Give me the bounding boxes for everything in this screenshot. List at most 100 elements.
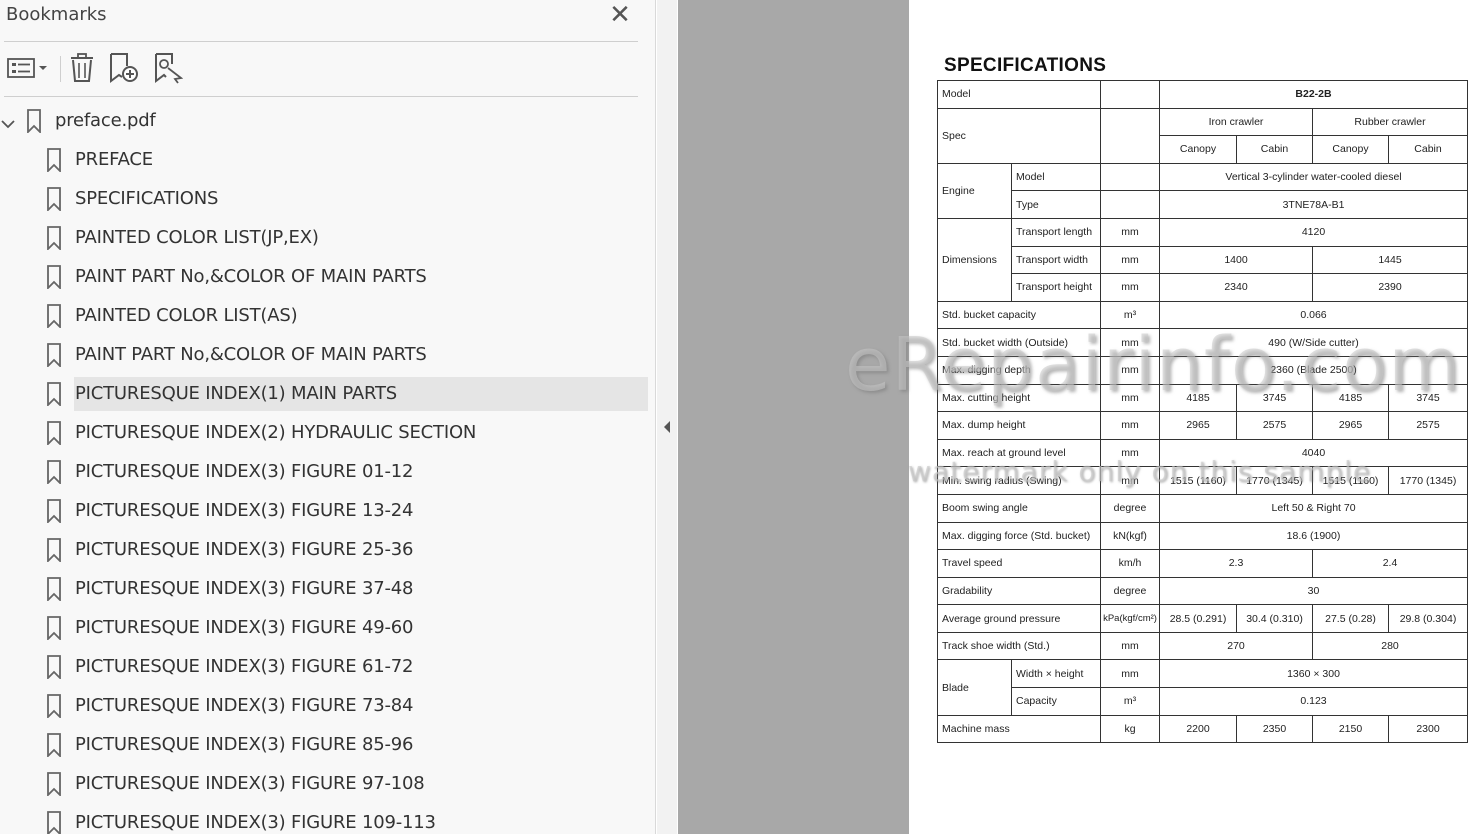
bookmark-label: PICTURESQUE INDEX(2) HYDRAULIC SECTION: [75, 422, 477, 443]
bookmark-label: PICTURESQUE INDEX(3) FIGURE 73-84: [75, 695, 414, 716]
table-row: Travel speed km/h 2.3 2.4: [936, 549, 1469, 578]
table-row: Min. swing radius (Swing) mm 1515 (1160)…: [936, 466, 1469, 495]
specifications-table: Model B22-2B Spec Iron crawler Rubber cr…: [936, 80, 1469, 744]
group-label: Engine: [937, 162, 1012, 219]
collapse-panel-arrow-icon[interactable]: [662, 419, 672, 435]
bookmark-item[interactable]: PAINT PART No,&COLOR OF MAIN PARTS: [0, 260, 648, 294]
bookmark-item[interactable]: PREFACE: [0, 143, 648, 177]
spec-value: 4185: [1159, 383, 1238, 413]
table-row: Gradability degree 30: [936, 576, 1469, 606]
spec-label: Boom swing angle: [936, 493, 1102, 523]
spec-label: Min. swing radius (Swing): [936, 466, 1102, 495]
bookmark-label: PICTURESQUE INDEX(3) FIGURE 13-24: [75, 500, 414, 521]
spec-value: 1400: [1159, 245, 1314, 275]
chevron-down-icon[interactable]: [0, 116, 16, 132]
table-row: Dimensions Transport length mm 4120: [937, 217, 1469, 302]
unit-cell: mm: [1100, 411, 1161, 440]
table-row: Transport width mm 1400 1445: [938, 245, 1469, 275]
panel-splitter[interactable]: [657, 0, 677, 834]
bookmark-label: PICTURESQUE INDEX(3) FIGURE 97-108: [75, 773, 425, 794]
bookmark-icon: [47, 148, 61, 172]
bookmark-icon: [47, 265, 61, 289]
bookmark-item[interactable]: PICTURESQUE INDEX(3) FIGURE 73-84: [0, 689, 648, 723]
spec-value: 2390: [1312, 273, 1469, 302]
bookmark-label: PICTURESQUE INDEX(3) FIGURE 01-12: [75, 461, 414, 482]
unit-cell: mm: [1100, 631, 1161, 661]
spec-value: 18.6 (1900): [1159, 521, 1469, 551]
find-bookmark-button[interactable]: [152, 52, 184, 84]
find-bookmark-icon: [155, 53, 183, 84]
delete-bookmark-button[interactable]: [66, 52, 98, 84]
column-header: Canopy: [1312, 135, 1390, 164]
spec-value: 4185: [1312, 383, 1390, 413]
spec-label: Average ground pressure: [936, 604, 1102, 633]
bookmark-item[interactable]: PICTURESQUE INDEX(2) HYDRAULIC SECTION: [0, 416, 648, 450]
bookmark-item[interactable]: PAINTED COLOR LIST(JP,EX): [0, 221, 648, 255]
spec-value: 3745: [1388, 383, 1469, 413]
unit-cell: [1100, 80, 1161, 109]
bookmark-icon: [47, 538, 61, 562]
unit-cell: [1100, 107, 1161, 164]
column-header: Cabin: [1236, 135, 1314, 164]
bookmark-item[interactable]: PICTURESQUE INDEX(3) FIGURE 49-60: [0, 611, 648, 645]
bookmark-item[interactable]: PAINT PART No,&COLOR OF MAIN PARTS: [0, 338, 648, 372]
spec-label: Spec: [936, 107, 1102, 164]
bookmark-icon: [47, 616, 61, 640]
spec-value: 30.4 (0.310): [1236, 604, 1314, 633]
bookmark-item[interactable]: SPECIFICATIONS: [0, 182, 648, 216]
spec-value: 2200: [1159, 714, 1238, 744]
close-panel-button[interactable]: ✕: [608, 0, 632, 28]
bookmark-item[interactable]: PAINTED COLOR LIST(AS): [0, 299, 648, 333]
spec-value: 30: [1159, 576, 1469, 606]
spec-value: 2300: [1388, 714, 1469, 744]
delete-bookmark-icon: [71, 53, 93, 82]
unit-cell: mm: [1100, 438, 1161, 468]
bookmark-label: SPECIFICATIONS: [75, 188, 219, 209]
unit-cell: mm: [1100, 466, 1161, 495]
bookmark-icon: [47, 460, 61, 484]
spec-value: 27.5 (0.28): [1312, 604, 1390, 633]
bookmark-icon: [47, 226, 61, 250]
bookmark-icon: [47, 343, 61, 367]
options-menu-button[interactable]: [4, 52, 50, 84]
bookmark-root[interactable]: preface.pdf: [0, 104, 648, 138]
unit-cell: mm: [1100, 328, 1161, 357]
bookmark-icon: [47, 811, 61, 834]
spec-label: Transport width: [1010, 245, 1102, 275]
table-row: Max. dump height mm 2965 2575 2965 2575: [936, 411, 1469, 440]
bookmark-item[interactable]: PICTURESQUE INDEX(3) FIGURE 13-24: [0, 494, 648, 528]
table-row: Average ground pressure kPa(kgf/cm²) 28.…: [936, 604, 1469, 633]
bookmark-item[interactable]: PICTURESQUE INDEX(3) FIGURE 01-12: [0, 455, 648, 489]
unit-cell: m³: [1100, 300, 1161, 330]
table-row: Max. cutting height mm 4185 3745 4185 37…: [936, 383, 1469, 413]
divider: [4, 96, 638, 97]
unit-cell: kN(kgf): [1100, 521, 1161, 551]
column-header: Iron crawler: [1159, 107, 1314, 137]
spec-value: 3745: [1236, 383, 1314, 413]
bookmark-label: PAINTED COLOR LIST(AS): [75, 305, 298, 326]
table-row: Max. digging depth mm 2360 (Blade 2500): [936, 355, 1469, 385]
spec-label: Model: [936, 80, 1102, 109]
spec-value: 2965: [1312, 411, 1390, 440]
spec-value: 1445: [1312, 245, 1469, 275]
bookmark-icon: [47, 304, 61, 328]
bookmark-item[interactable]: PICTURESQUE INDEX(3) FIGURE 61-72: [0, 650, 648, 684]
table-row: Model B22-2B: [936, 80, 1469, 109]
new-bookmark-button[interactable]: [108, 52, 140, 84]
bookmark-item[interactable]: PICTURESQUE INDEX(1) MAIN PARTS: [0, 377, 648, 411]
spec-value: 1515 (1160): [1312, 466, 1390, 495]
unit-cell: km/h: [1100, 549, 1161, 578]
bookmark-label: PICTURESQUE INDEX(1) MAIN PARTS: [75, 383, 397, 404]
bookmark-item[interactable]: PICTURESQUE INDEX(3) FIGURE 109-113: [0, 806, 648, 834]
bookmark-item[interactable]: PICTURESQUE INDEX(3) FIGURE 85-96: [0, 728, 648, 762]
bookmark-icon: [47, 577, 61, 601]
table-row: Engine Model Vertical 3-cylinder water-c…: [937, 162, 1469, 219]
spec-value: 1515 (1160): [1159, 466, 1238, 495]
spec-value: Left 50 & Right 70: [1159, 493, 1469, 523]
bookmark-item[interactable]: PICTURESQUE INDEX(3) FIGURE 25-36: [0, 533, 648, 567]
table-row: Boom swing angle degree Left 50 & Right …: [936, 493, 1469, 523]
bookmark-item[interactable]: PICTURESQUE INDEX(3) FIGURE 37-48: [0, 572, 648, 606]
unit-cell: degree: [1100, 493, 1161, 523]
bookmark-item[interactable]: PICTURESQUE INDEX(3) FIGURE 97-108: [0, 767, 648, 801]
unit-cell: [1100, 190, 1161, 219]
